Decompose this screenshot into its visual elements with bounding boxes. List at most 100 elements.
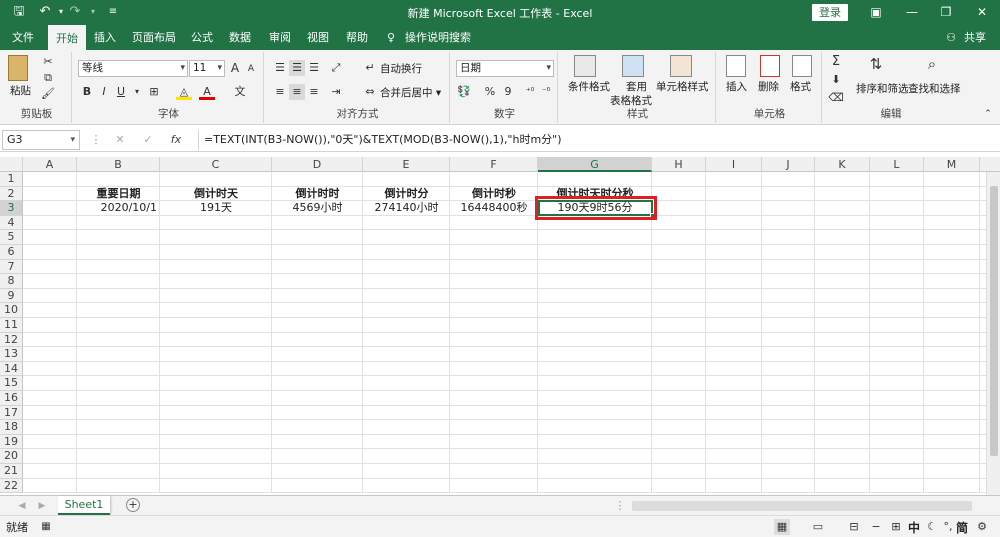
format-painter-icon[interactable]: 🖌 <box>40 86 56 102</box>
tab-home[interactable]: 开始 <box>48 25 86 50</box>
tab-formulas[interactable]: 公式 <box>186 25 218 50</box>
sheet-tab-sheet1[interactable]: Sheet1 <box>58 496 110 515</box>
row-header-11[interactable]: 11 <box>0 318 23 333</box>
row-header-8[interactable]: 8 <box>0 274 23 289</box>
row-header-14[interactable]: 14 <box>0 361 23 377</box>
number-format-select[interactable]: 日期 ▾ <box>456 60 554 77</box>
maximize-button[interactable]: ❐ <box>936 4 956 20</box>
font-size-select[interactable]: 11 ▾ <box>189 60 225 77</box>
ribbon-display-icon[interactable]: ▣ <box>866 4 886 20</box>
font-name-select[interactable]: 等线 ▾ <box>78 60 188 77</box>
column-header-I[interactable]: I <box>706 157 762 172</box>
cell-D3[interactable]: 4569小时 <box>272 201 363 216</box>
column-header-A[interactable]: A <box>23 157 77 172</box>
tell-me-search[interactable]: 操作说明搜索 <box>404 25 472 50</box>
border-icon[interactable]: ⊞ <box>146 84 162 100</box>
cell-B3[interactable]: 2020/10/1 <box>77 201 160 216</box>
cell-F3[interactable]: 16448400秒 <box>450 201 538 216</box>
select-all-corner[interactable] <box>0 157 23 172</box>
vertical-scrollbar-thumb[interactable] <box>990 186 998 456</box>
tab-insert[interactable]: 插入 <box>90 25 120 50</box>
add-sheet-button[interactable]: + <box>126 498 140 512</box>
column-header-H[interactable]: H <box>652 157 706 172</box>
align-middle-icon[interactable]: ☰ <box>289 60 305 76</box>
tab-data[interactable]: 数据 <box>224 25 256 50</box>
merge-center-button[interactable]: 合并后居中 ▾ <box>380 86 441 100</box>
row-header-10[interactable]: 10 <box>0 303 23 318</box>
decrease-decimal-button[interactable]: ⁻⁰ <box>538 84 554 100</box>
wrap-text-button[interactable]: 自动换行 <box>380 62 422 76</box>
font-color-button[interactable]: A <box>199 84 215 100</box>
tab-help[interactable]: 帮助 <box>340 25 374 50</box>
shrink-font-icon[interactable]: A <box>243 61 259 77</box>
row-header-19[interactable]: 19 <box>0 434 23 450</box>
delete-cells-button[interactable]: 删除 <box>758 80 779 94</box>
row-header-16[interactable]: 16 <box>0 391 23 406</box>
macro-record-icon[interactable]: ▦ <box>38 519 54 535</box>
align-left-icon[interactable]: ≡ <box>272 84 288 100</box>
column-header-D[interactable]: D <box>272 157 363 172</box>
percent-button[interactable]: % <box>482 84 498 100</box>
prev-sheet-icon[interactable]: ◀ <box>14 498 30 514</box>
align-center-icon[interactable]: ≡ <box>289 84 305 100</box>
column-header-J[interactable]: J <box>762 157 815 172</box>
cell-B2[interactable]: 重要日期 <box>77 187 160 202</box>
vertical-scrollbar[interactable] <box>986 172 1000 495</box>
align-top-icon[interactable]: ☰ <box>272 60 288 76</box>
underline-button[interactable]: U <box>113 84 129 100</box>
align-right-icon[interactable]: ≡ <box>306 84 322 100</box>
merge-icon[interactable]: ⇔ <box>362 84 378 100</box>
wrap-text-icon[interactable]: ↵ <box>362 60 378 76</box>
underline-dropdown-icon[interactable]: ▾ <box>129 84 145 100</box>
autosum-button[interactable]: Σ <box>828 54 844 70</box>
find-select-icon[interactable]: ⌕ <box>924 56 940 72</box>
grow-font-icon[interactable]: A <box>227 60 243 76</box>
normal-view-icon[interactable]: ▦ <box>774 519 790 535</box>
row-header-9[interactable]: 9 <box>0 288 23 304</box>
tab-file[interactable]: 文件 <box>6 25 40 50</box>
tab-view[interactable]: 视图 <box>302 25 334 50</box>
insert-cells-icon[interactable] <box>726 55 746 81</box>
name-box[interactable]: G3 ▾ <box>2 130 80 150</box>
ime-settings-icon[interactable]: ⚙ <box>974 519 990 535</box>
ime-grid-icon[interactable]: ⊞ <box>888 519 904 535</box>
cell-C3[interactable]: 191天 <box>160 201 272 216</box>
fill-color-icon[interactable]: ◬ <box>176 84 192 100</box>
row-header-21[interactable]: 21 <box>0 464 23 479</box>
comma-button[interactable]: 9 <box>500 84 516 100</box>
tab-page-layout[interactable]: 页面布局 <box>128 25 180 50</box>
row-header-4[interactable]: 4 <box>0 215 23 231</box>
row-header-15[interactable]: 15 <box>0 376 23 391</box>
cell-E3[interactable]: 274140小时 <box>363 201 450 216</box>
tab-review[interactable]: 审阅 <box>264 25 296 50</box>
customize-toolbar-icon[interactable]: ≡ <box>104 4 122 20</box>
row-header-20[interactable]: 20 <box>0 449 23 464</box>
row-header-6[interactable]: 6 <box>0 245 23 260</box>
insert-cells-button[interactable]: 插入 <box>726 80 747 94</box>
clear-icon[interactable]: ⌫ <box>828 90 844 106</box>
redo-icon[interactable]: ↷ <box>66 4 84 20</box>
row-header-13[interactable]: 13 <box>0 347 23 362</box>
login-button[interactable]: 登录 <box>812 4 848 21</box>
column-header-E[interactable]: E <box>363 157 450 172</box>
row-header-1[interactable]: 1 <box>0 172 23 187</box>
cell-D2[interactable]: 倒计时时 <box>272 187 363 202</box>
cancel-formula-button[interactable]: ✕ <box>112 132 128 148</box>
cut-icon[interactable]: ✂ <box>40 54 56 70</box>
worksheet-grid[interactable]: ABCDEFGHIJKLM 1 2 3 4 5 6 7 8 9 10 11 12 13 14 15 16 17 1… <box>0 157 1000 495</box>
column-header-M[interactable]: M <box>924 157 980 172</box>
italic-button[interactable]: I <box>96 84 112 100</box>
formula-bar-handle-icon[interactable]: ⋮ <box>88 132 104 148</box>
page-break-view-icon[interactable]: ⊟ <box>846 519 862 535</box>
sort-filter-icon[interactable]: ⇅ <box>868 56 884 72</box>
row-header-7[interactable]: 7 <box>0 259 23 275</box>
sort-filter-button[interactable]: 排序和筛选 <box>856 82 909 96</box>
column-header-B[interactable]: B <box>77 157 160 172</box>
paste-icon[interactable] <box>8 55 32 83</box>
format-cells-button[interactable]: 格式 <box>790 80 811 94</box>
share-button[interactable]: 共享 <box>960 25 990 50</box>
phonetic-button[interactable]: 文 <box>232 84 248 100</box>
ime-moon-icon[interactable]: ☾ <box>924 519 940 535</box>
column-header-F[interactable]: F <box>450 157 538 172</box>
orientation-icon[interactable]: ⤢ <box>328 60 344 76</box>
